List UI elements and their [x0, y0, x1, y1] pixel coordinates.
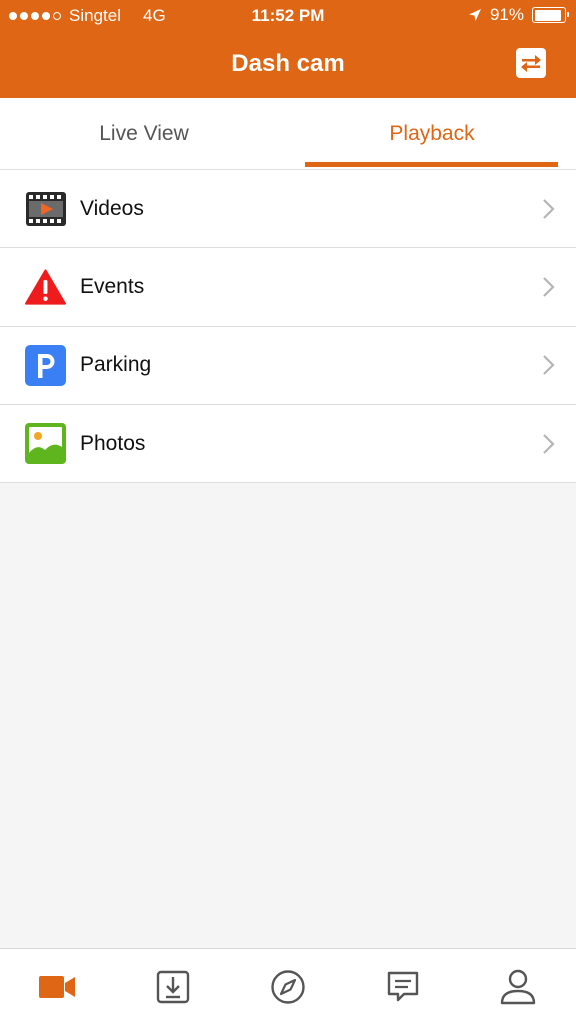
warning-icon	[25, 266, 66, 307]
photo-icon	[25, 423, 66, 465]
segmented-tabs: Live View Playback	[0, 98, 576, 170]
menu-item-videos[interactable]: Videos	[0, 170, 576, 249]
chevron-right-icon	[543, 277, 555, 297]
tabbar-item-explore[interactable]	[230, 949, 345, 1024]
tab-playback[interactable]: Playback	[288, 98, 576, 169]
status-bar: Singtel 4G 11:52 PM 91%	[0, 0, 576, 32]
chevron-right-icon	[543, 433, 555, 454]
chevron-right-icon	[543, 355, 555, 376]
menu-item-label: Events	[80, 274, 145, 298]
nav-bar: Dash cam	[0, 32, 576, 98]
menu-item-label: Parking	[80, 353, 152, 377]
screen: Singtel 4G 11:52 PM 91% Dash cam Live Vi…	[0, 0, 576, 1024]
battery-fill	[534, 9, 561, 21]
tab-label: Playback	[389, 121, 475, 145]
swap-icon	[521, 55, 541, 72]
download-icon	[156, 970, 189, 1003]
tabbar-item-profile[interactable]	[461, 949, 576, 1024]
playback-menu-list: Videos Events Parking Photos	[0, 170, 576, 484]
status-right: 91%	[468, 5, 569, 25]
parking-icon	[25, 344, 66, 386]
switch-camera-button[interactable]	[516, 48, 546, 78]
tab-label: Live View	[99, 121, 189, 145]
user-icon	[501, 969, 536, 1004]
battery-icon	[532, 7, 569, 23]
tabbar-item-messages[interactable]	[346, 949, 461, 1024]
film-icon	[25, 188, 66, 229]
chevron-right-icon	[543, 198, 555, 219]
menu-item-photos[interactable]: Photos	[0, 405, 576, 484]
menu-item-label: Photos	[80, 431, 146, 455]
active-tab-indicator	[305, 162, 558, 167]
video-camera-icon	[38, 975, 75, 998]
battery-percent: 91%	[489, 5, 524, 24]
menu-item-parking[interactable]: Parking	[0, 327, 576, 405]
location-arrow-icon	[468, 9, 481, 21]
message-icon	[388, 971, 419, 1001]
tab-live-view[interactable]: Live View	[0, 98, 288, 169]
compass-icon	[271, 969, 305, 1004]
header: Singtel 4G 11:52 PM 91% Dash cam	[0, 0, 576, 98]
page-title: Dash cam	[231, 50, 345, 77]
tabbar-item-camera[interactable]	[0, 949, 115, 1024]
menu-item-label: Videos	[80, 196, 144, 220]
bottom-tab-bar	[0, 948, 576, 1024]
tabbar-item-download[interactable]	[115, 949, 230, 1024]
menu-item-events[interactable]: Events	[0, 248, 576, 327]
